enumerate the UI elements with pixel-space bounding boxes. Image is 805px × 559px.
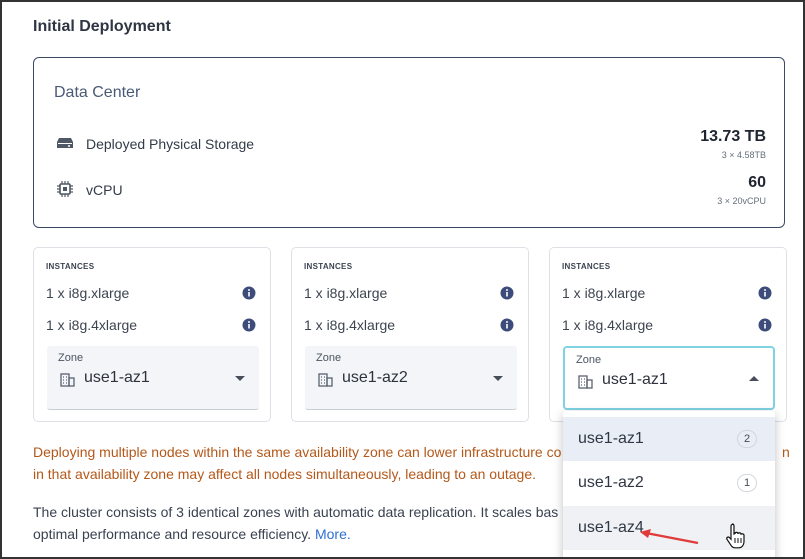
instances-heading: INSTANCES	[562, 262, 611, 271]
metric-value: 13.73 TB	[700, 128, 766, 145]
info-icon[interactable]	[500, 286, 514, 300]
metric-label: vCPU	[86, 182, 123, 198]
chevron-up-icon[interactable]	[749, 376, 759, 381]
instance-card-2: INSTANCES 1 x i8g.xlarge 1 x i8g.4xlarge…	[291, 247, 529, 422]
more-link[interactable]: More.	[315, 526, 351, 542]
metric-sub: 3 × 20vCPU	[717, 196, 766, 206]
storage-drive-icon	[57, 138, 73, 148]
description-line-2: optimal performance and resource efficie…	[33, 526, 312, 542]
building-icon	[578, 375, 593, 389]
info-icon[interactable]	[242, 318, 256, 332]
metric-sub: 3 × 4.58TB	[721, 150, 766, 160]
instance-line: 1 x i8g.4xlarge	[304, 317, 396, 333]
zone-select-3[interactable]: Zone use1-az1	[563, 346, 775, 410]
section-title: Initial Deployment	[33, 18, 171, 35]
building-icon	[318, 373, 333, 387]
instance-line: 1 x i8g.4xlarge	[562, 317, 654, 333]
instance-line: 1 x i8g.xlarge	[562, 285, 646, 301]
zone-value: use1-az2	[342, 369, 408, 386]
instances-heading: INSTANCES	[304, 262, 353, 271]
option-label: use1-az2	[578, 474, 644, 491]
zone-select-1[interactable]: Zone use1-az1	[47, 346, 259, 410]
zone-label: Zone	[316, 352, 342, 364]
data-center-title: Data Center	[54, 84, 141, 101]
info-icon[interactable]	[242, 286, 256, 300]
hand-pointer-cursor-icon	[726, 523, 745, 549]
instances-heading: INSTANCES	[46, 262, 95, 271]
zone-label: Zone	[576, 354, 602, 366]
warning-line-tail: n	[782, 444, 790, 460]
info-icon[interactable]	[500, 318, 514, 332]
data-center-card: Data Center Deployed Physical Storage 13…	[33, 57, 785, 228]
metric-value: 60	[748, 174, 766, 191]
warning-line-1: Deploying multiple nodes within the same…	[33, 444, 562, 460]
metric-label: Deployed Physical Storage	[86, 136, 255, 152]
metric-row-storage: Deployed Physical Storage 13.73 TB 3 × 4…	[54, 128, 766, 164]
zone-select-2[interactable]: Zone use1-az2	[305, 346, 517, 410]
instance-line: 1 x i8g.xlarge	[46, 285, 130, 301]
building-icon	[60, 373, 75, 387]
option-count-badge: 1	[737, 474, 757, 492]
instance-card-1: INSTANCES 1 x i8g.xlarge 1 x i8g.4xlarge…	[33, 247, 271, 422]
info-icon[interactable]	[758, 286, 772, 300]
dropdown-option-use1-az2[interactable]: use1-az2 1	[563, 461, 775, 505]
option-label: use1-az1	[578, 430, 644, 447]
instance-card-3: INSTANCES 1 x i8g.xlarge 1 x i8g.4xlarge…	[549, 247, 787, 422]
info-icon[interactable]	[758, 318, 772, 332]
cpu-chip-icon	[57, 181, 73, 197]
instance-line: 1 x i8g.xlarge	[304, 285, 388, 301]
metric-row-vcpu: vCPU 60 3 × 20vCPU	[54, 174, 766, 210]
option-label: use1-az4	[578, 519, 644, 536]
dropdown-option-use1-az1[interactable]: use1-az1 2	[563, 417, 775, 461]
chevron-down-icon[interactable]	[493, 376, 503, 381]
zone-label: Zone	[58, 352, 84, 364]
annotation-arrow-icon	[640, 529, 699, 545]
chevron-down-icon[interactable]	[235, 376, 245, 381]
zone-value: use1-az1	[84, 369, 150, 386]
zone-value: use1-az1	[602, 371, 668, 388]
option-count-badge: 2	[737, 430, 757, 448]
instance-line: 1 x i8g.4xlarge	[46, 317, 138, 333]
